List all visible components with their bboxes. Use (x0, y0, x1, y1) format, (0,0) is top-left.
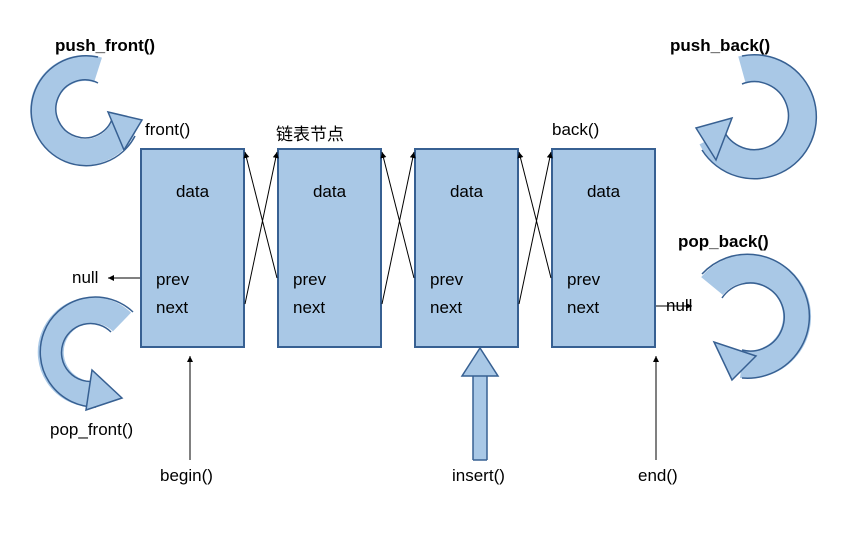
pop-back-arrow-icon (690, 256, 810, 396)
push-front-arrow-icon (38, 60, 148, 180)
pop-front-arrow-icon (36, 298, 146, 418)
push-back-arrow-icon (690, 60, 810, 200)
